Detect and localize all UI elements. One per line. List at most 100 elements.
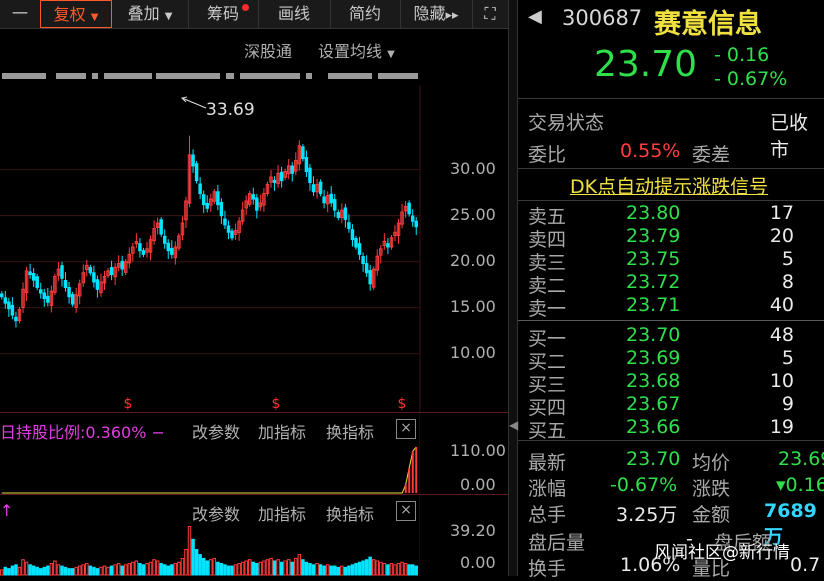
shengutong-link[interactable]: 深股通 — [244, 38, 292, 62]
candle-body — [251, 194, 256, 200]
volume-bar — [134, 560, 139, 576]
candle-body — [414, 220, 418, 228]
candle-body — [318, 181, 323, 195]
volume-bar — [88, 565, 93, 576]
volume-bar — [325, 564, 330, 576]
dividend-marker-icon: $ — [398, 396, 407, 412]
candle-body — [361, 256, 365, 265]
volume-plot — [0, 495, 420, 577]
buy-level-price: 23.69 — [626, 347, 681, 369]
volume-bar — [403, 563, 408, 576]
weibi-label: 委比 — [528, 144, 567, 166]
volume-bar — [262, 560, 266, 576]
candle-body — [28, 271, 32, 276]
candle-body — [272, 179, 277, 184]
price-tick-label: 30.00 — [450, 158, 496, 178]
prev-stock-icon[interactable]: ◀ — [528, 6, 542, 27]
volume-bar — [357, 561, 362, 576]
fuquan-button[interactable]: 复权 ▼ — [40, 0, 112, 28]
zhangfu-value: -0.67% — [610, 474, 678, 496]
zuixin-value: 23.70 — [626, 448, 681, 470]
volume-bar — [14, 564, 18, 576]
peak-arrow-icon — [180, 96, 207, 109]
candles — [0, 135, 418, 328]
volume-bar — [347, 565, 351, 576]
volume-bar — [28, 564, 32, 576]
jianyue-button[interactable]: 简约 — [330, 0, 401, 28]
kline-svg: $ $ $ — [0, 86, 421, 412]
chouma-button[interactable]: 筹码 — [188, 0, 259, 28]
volume-bar — [368, 556, 372, 576]
huanshou-label: 换手 — [528, 558, 567, 580]
candle-body — [350, 229, 355, 241]
volume-bar — [67, 568, 71, 576]
candle-body — [198, 183, 202, 195]
volume-bar — [7, 568, 11, 576]
volume-bar — [286, 559, 291, 576]
volume-bar — [410, 564, 415, 576]
kline-chart[interactable]: $ $ $ 30.00 25.00 20.00 15.00 10.00 33.69 — [0, 86, 508, 412]
buy-level-price: 23.67 — [626, 393, 681, 415]
yincang-button[interactable]: 隐藏▸▸ — [400, 0, 473, 28]
candle-body — [88, 267, 93, 274]
panhouliang-label: 盘后量 — [528, 532, 586, 554]
volume-bar — [336, 566, 341, 576]
volume-bar — [166, 565, 171, 576]
volume-bar — [290, 561, 294, 576]
collapse-arrow-icon[interactable]: ◀ — [509, 418, 518, 432]
menu-button[interactable]: 一 — [0, 0, 41, 28]
buy-level-price: 23.70 — [626, 324, 681, 346]
volume-bar — [311, 564, 316, 576]
volume-bar — [283, 560, 287, 576]
volume-bar — [191, 538, 195, 576]
candle-body — [92, 272, 96, 283]
volume-bar — [201, 557, 206, 576]
candle-body — [194, 163, 199, 182]
double-chevron-right-icon: ▸▸ — [445, 8, 459, 23]
volume-bar — [109, 565, 114, 576]
volume-bar — [194, 548, 199, 576]
volume-bar — [85, 563, 89, 576]
candle-body — [31, 272, 36, 281]
candle-body — [46, 295, 50, 303]
orderbook-divider — [518, 320, 824, 321]
candle-body — [70, 293, 75, 305]
chevron-down-icon: ▼ — [164, 11, 173, 22]
fullscreen-icon[interactable]: ⛶ — [472, 0, 508, 28]
volume-bar — [389, 563, 394, 576]
last-price: 23.70 — [594, 44, 698, 85]
ma-legend-masked — [0, 68, 420, 82]
candle-body — [162, 235, 167, 244]
volume-bar — [354, 563, 358, 576]
dk-signal-link[interactable]: DK点自动提示涨跌信号 — [570, 172, 768, 199]
volume-bar — [17, 566, 22, 576]
volume-bar — [216, 561, 220, 576]
candle-body — [141, 250, 146, 255]
divider — [518, 98, 824, 99]
volume-bar — [116, 563, 121, 576]
volume-bar — [294, 557, 298, 576]
trade-status: 已收市 — [770, 112, 809, 161]
buy-level-volume: 48 — [769, 324, 794, 346]
huaxian-button[interactable]: 画线 — [258, 0, 331, 28]
set-ma-button[interactable]: 设置均线 ▼ — [318, 38, 395, 62]
price-change: - 0.16 — [714, 44, 770, 66]
price-tick-label: 20.00 — [450, 250, 496, 270]
panel-splitter[interactable]: ◀ — [508, 0, 518, 576]
volume-bar — [226, 565, 231, 576]
diejia-button[interactable]: 叠加 ▼ — [112, 0, 189, 28]
dividend-markers: $ $ $ — [124, 396, 407, 412]
sell-level-volume: 5 — [781, 248, 794, 270]
candle-body — [205, 203, 209, 209]
candle-body — [35, 276, 39, 288]
volume-bar — [386, 564, 390, 576]
diejia-label: 叠加 — [127, 4, 160, 23]
volume-bar — [255, 563, 259, 576]
volume-bar — [81, 564, 85, 576]
candle-body — [311, 184, 316, 193]
volume-bar — [106, 566, 110, 576]
candle-body — [166, 242, 171, 252]
volume-bar — [198, 554, 202, 576]
volume-bar — [393, 564, 397, 576]
volume-bar — [24, 561, 29, 576]
